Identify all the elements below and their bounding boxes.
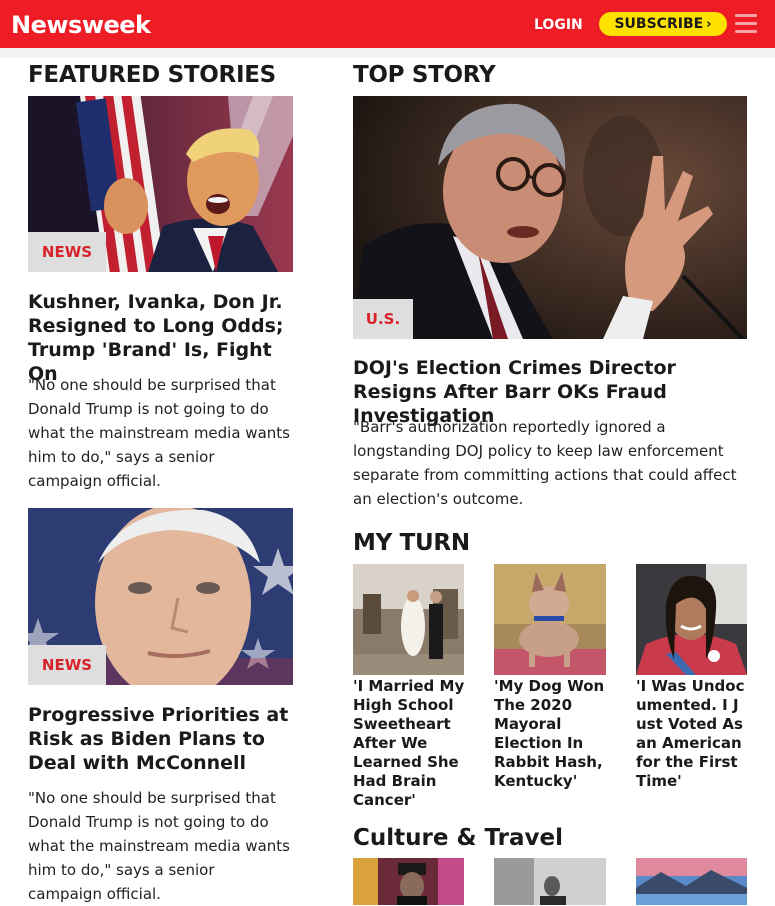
top-story-image[interactable]: U.S. (353, 96, 747, 339)
culture-travel-heading: Culture & Travel (353, 825, 564, 851)
header-shadow-bar (0, 48, 775, 58)
classic-film-photo (494, 858, 606, 905)
top-story-heading: TOP STORY (353, 62, 496, 88)
my-turn-heading: MY TURN (353, 530, 470, 556)
culture-1-image[interactable] (353, 858, 464, 905)
top-story-summary: "Barr's authorization reportedly ignored… (353, 418, 737, 508)
featured-story-2-headline[interactable]: Progressive Priorities at Risk as Biden … (28, 703, 298, 775)
landscape-photo (636, 858, 747, 905)
voter-photo (636, 564, 747, 675)
my-turn-2-image[interactable] (494, 564, 606, 675)
subscribe-button[interactable]: SUBSCRIBE › (599, 12, 727, 36)
featured-story-2-image[interactable]: NEWS (28, 508, 293, 685)
story-category-tag[interactable]: NEWS (28, 645, 106, 685)
chevron-right-icon: › (706, 17, 712, 32)
my-turn-2-headline[interactable]: 'My Dog Won The 2020 Mayoral Election In… (494, 677, 609, 791)
login-link[interactable]: LOGIN (534, 16, 583, 34)
my-turn-3-image[interactable] (636, 564, 747, 675)
site-header: Newsweek LOGIN SUBSCRIBE › (0, 0, 775, 48)
featured-stories-heading: FEATURED STORIES (28, 62, 276, 88)
story-category-tag[interactable]: U.S. (353, 299, 413, 339)
story-category-tag[interactable]: NEWS (28, 232, 106, 272)
culture-3-image[interactable] (636, 858, 747, 905)
featured-story-2-summary: "No one should be surprised that Donald … (28, 789, 290, 903)
hamburger-menu-icon[interactable] (735, 14, 757, 34)
featured-story-1-headline[interactable]: Kushner, Ivanka, Don Jr. Resigned to Lon… (28, 290, 298, 386)
newsweek-logo[interactable]: Newsweek (11, 10, 151, 40)
wedding-photo (353, 564, 464, 675)
featured-story-1-image[interactable]: NEWS (28, 96, 293, 272)
my-turn-1-image[interactable] (353, 564, 464, 675)
times-square-photo (353, 858, 464, 905)
my-turn-3-headline[interactable]: 'I Was Undocumented. I Just Voted As an … (636, 677, 747, 791)
my-turn-1-headline[interactable]: 'I Married My High School Sweetheart Aft… (353, 677, 468, 810)
culture-2-image[interactable] (494, 858, 606, 905)
featured-story-1-summary: "No one should be surprised that Donald … (28, 376, 290, 490)
subscribe-label: SUBSCRIBE (614, 16, 704, 32)
dog-photo (494, 564, 606, 675)
